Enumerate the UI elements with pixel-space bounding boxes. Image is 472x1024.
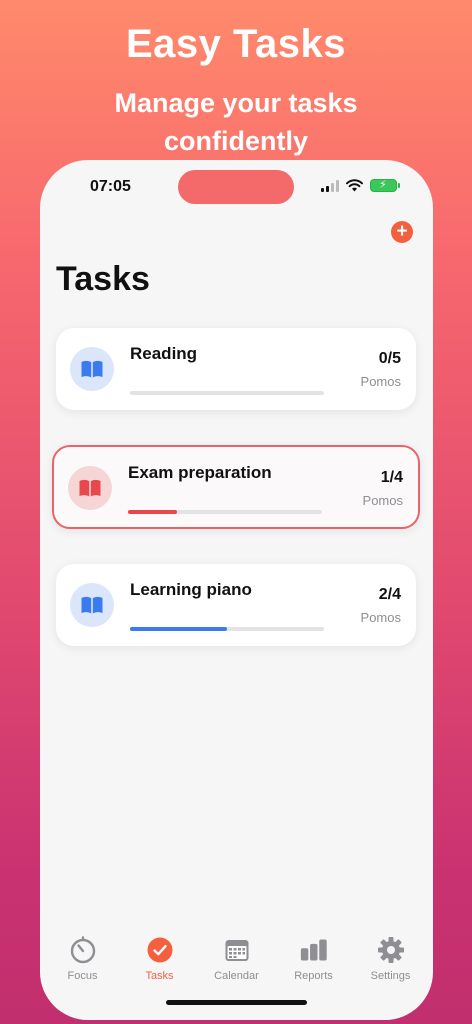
task-name: Reading: [130, 344, 198, 363]
timer-icon: [69, 936, 97, 964]
task-pomo-unit: Pomos: [362, 493, 403, 508]
tab-reports[interactable]: Reports: [275, 936, 352, 1020]
tab-settings[interactable]: Settings: [352, 936, 429, 1020]
task-name: Learning piano: [130, 580, 252, 599]
wifi-icon: [346, 179, 363, 192]
task-pomo-count: 2/4: [378, 586, 401, 603]
tab-focus[interactable]: Focus: [44, 936, 121, 1020]
phone-screen: 07:05 ⚡ + Tasks Reading 0/5 Pomos Exam prep…: [40, 160, 433, 1020]
task-progress-fill: [130, 627, 227, 631]
home-indicator: [166, 1000, 307, 1005]
tab-reports-label: Reports: [294, 970, 333, 982]
task-progress-track: [130, 627, 324, 631]
bar-chart-icon: [300, 936, 328, 964]
book-icon: [70, 347, 114, 391]
status-time: 07:05: [90, 178, 131, 195]
task-card[interactable]: Learning piano 2/4 Pomos: [56, 564, 416, 646]
battery-charging-icon: ⚡: [370, 179, 400, 192]
tab-calendar-label: Calendar: [214, 970, 259, 982]
tab-tasks[interactable]: Tasks: [121, 936, 198, 1020]
promo-subline: Manage your tasks confidently: [114, 88, 358, 156]
dynamic-island: [178, 170, 294, 204]
task-pomo-unit: Pomos: [360, 610, 401, 625]
tab-settings-label: Settings: [370, 970, 411, 982]
task-progress-track: [128, 510, 322, 514]
calendar-icon: [223, 936, 251, 964]
gear-icon: [377, 936, 405, 964]
task-card[interactable]: Exam preparation 1/4 Pomos: [52, 445, 420, 529]
task-progress-track: [130, 391, 324, 395]
task-pomo-unit: Pomos: [360, 374, 401, 389]
tab-bar: Focus Tasks Calendar Reports Settings: [40, 920, 433, 1020]
task-card[interactable]: Reading 0/5 Pomos: [56, 328, 416, 410]
status-icons: ⚡: [321, 179, 400, 192]
book-icon: [68, 466, 112, 510]
add-task-button[interactable]: +: [391, 221, 413, 243]
task-pomo-count: 0/5: [378, 350, 401, 367]
book-icon: [70, 583, 114, 627]
promo-headline: Easy Tasks: [126, 22, 346, 66]
signal-icon: [321, 179, 339, 192]
task-progress-fill: [128, 510, 177, 514]
page-title: Tasks: [56, 260, 150, 298]
task-name: Exam preparation: [128, 463, 272, 482]
tab-calendar[interactable]: Calendar: [198, 936, 275, 1020]
tab-tasks-label: Tasks: [145, 970, 174, 982]
checkmark-circle-icon: [146, 936, 174, 964]
tab-focus-label: Focus: [67, 970, 98, 982]
task-pomo-count: 1/4: [380, 469, 403, 486]
